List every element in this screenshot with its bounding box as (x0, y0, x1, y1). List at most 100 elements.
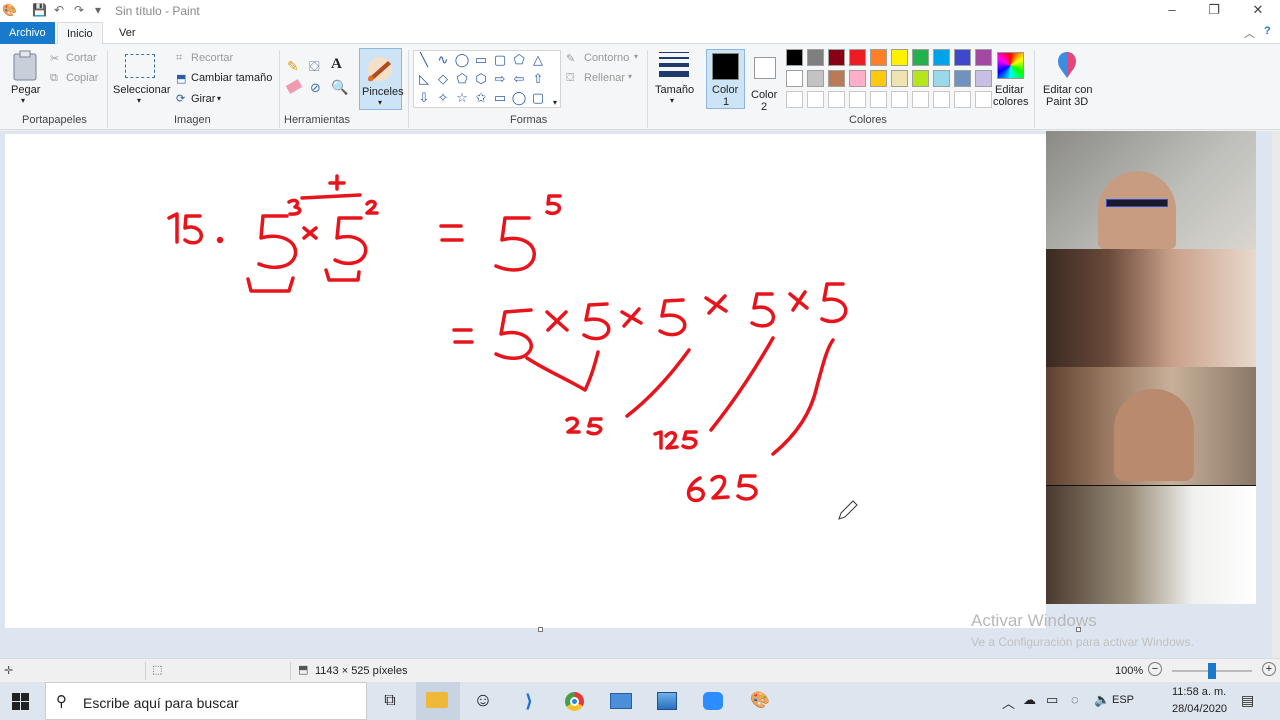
magnifier-icon[interactable]: 🔍 (331, 79, 348, 96)
oval-callout-shape-icon[interactable]: ◯ (511, 91, 527, 105)
rounded-rect-shape-icon[interactable]: ▢ (492, 53, 508, 67)
color-picker-icon[interactable]: ⊘ (310, 80, 321, 96)
resize-button[interactable]: Cambiar tamaño (191, 72, 272, 84)
size-icon[interactable] (659, 52, 689, 77)
palette-swatch[interactable] (891, 49, 908, 66)
wifi-icon[interactable]: ◌ (1071, 692, 1079, 707)
search-box[interactable]: ⚲ Escribe aquí para buscar (45, 682, 367, 720)
tab-archivo[interactable]: Archivo (0, 22, 55, 44)
tab-inicio[interactable]: Inicio (57, 22, 103, 45)
tab-ver[interactable]: Ver (110, 22, 145, 44)
palette-swatch-empty[interactable] (891, 91, 908, 108)
zoom-in-button[interactable]: + (1262, 662, 1276, 676)
rotate-dropdown-icon[interactable]: ▾ (217, 94, 221, 103)
up-arrow-shape-icon[interactable]: ⇧ (530, 72, 546, 86)
palette-swatch[interactable] (786, 70, 803, 87)
network-icon[interactable]: ▭ (1046, 692, 1058, 708)
zoom-out-button[interactable]: − (1148, 662, 1162, 676)
palette-swatch[interactable] (975, 49, 992, 66)
palette-swatch-empty[interactable] (912, 91, 929, 108)
four-point-star-shape-icon[interactable]: ✧ (435, 91, 451, 105)
rotate-button[interactable]: Girar (191, 93, 215, 105)
palette-swatch[interactable] (870, 70, 887, 87)
vertical-scrollbar[interactable] (1272, 131, 1280, 658)
volume-icon[interactable]: 🔈 (1094, 692, 1110, 708)
palette-swatch[interactable] (870, 49, 887, 66)
outline-dropdown-icon[interactable]: ▾ (634, 52, 638, 61)
shapes-more-icon[interactable]: ▾ (553, 98, 557, 107)
palette-swatch-empty[interactable] (849, 91, 866, 108)
right-triangle-shape-icon[interactable]: ◺ (416, 72, 432, 86)
curve-shape-icon[interactable]: ∿ (435, 53, 451, 67)
palette-swatch-empty[interactable] (954, 91, 971, 108)
help-icon[interactable]: ? (1264, 25, 1271, 37)
edit-colors-label[interactable]: Editar (995, 84, 1024, 96)
color1-button[interactable]: Color 1 (706, 49, 745, 109)
palette-swatch-empty[interactable] (786, 91, 803, 108)
zoom-app-icon[interactable] (703, 692, 723, 710)
palette-swatch[interactable] (828, 70, 845, 87)
chrome-icon[interactable] (565, 692, 584, 711)
palette-swatch[interactable] (933, 49, 950, 66)
fill-bucket-icon[interactable]: ⛋ (309, 58, 320, 75)
palette-swatch-empty[interactable] (828, 91, 845, 108)
redo-icon[interactable]: ↷ (72, 3, 86, 17)
feedback-smiley-icon[interactable]: ☺ (468, 686, 498, 716)
fill-dropdown-icon[interactable]: ▾ (628, 72, 632, 81)
paste-dropdown-icon[interactable]: ▾ (21, 96, 25, 105)
cloud-callout-shape-icon[interactable]: ▢ (530, 91, 546, 105)
palette-swatch[interactable] (975, 70, 992, 87)
resize-handle-bottom[interactable] (538, 627, 543, 632)
pentagon-shape-icon[interactable]: ⬠ (454, 72, 470, 86)
notifications-icon[interactable]: ▤ (1241, 692, 1254, 709)
left-arrow-shape-icon[interactable]: ⇦ (511, 72, 527, 86)
right-arrow-shape-icon[interactable]: ⇨ (492, 72, 508, 86)
clock-date[interactable]: 28/04/2020 (1172, 703, 1227, 715)
palette-swatch[interactable] (912, 70, 929, 87)
color2-button[interactable]: Color 2 (748, 49, 784, 113)
paint3d-label-2[interactable]: Paint 3D (1046, 96, 1088, 108)
eraser-icon[interactable] (285, 79, 303, 94)
drawing-canvas[interactable] (5, 134, 1046, 628)
onedrive-icon[interactable]: ☁ (1023, 692, 1036, 708)
task-view-icon[interactable]: ⧉ (375, 686, 405, 716)
select-icon[interactable] (125, 54, 155, 78)
vscode-icon[interactable]: ⟩ (514, 686, 544, 716)
diamond-shape-icon[interactable]: ◇ (435, 72, 451, 86)
size-button[interactable]: Tamaño (655, 84, 694, 96)
down-arrow-shape-icon[interactable]: ⇩ (416, 91, 432, 105)
palette-swatch[interactable] (828, 49, 845, 66)
palette-swatch[interactable] (933, 70, 950, 87)
edit-colors-label-2[interactable]: colores (993, 96, 1028, 108)
outline-button[interactable]: Contorno (584, 52, 629, 64)
shapes-gallery[interactable]: ╲ ∿ ◯ ▭ ▢ ⬠ △ ◺ ◇ ⬠ ⬡ ⇨ ⇦ ⇧ ⇩ ✧ ☆ ✩ ▭ ◯ ▢ (413, 50, 561, 108)
photos-icon[interactable] (657, 692, 677, 710)
customize-quick-access-icon[interactable]: ▾ (91, 3, 105, 17)
crop-button[interactable]: Recortar (191, 52, 233, 64)
monitor-app-icon[interactable] (610, 693, 632, 709)
five-point-star-shape-icon[interactable]: ☆ (454, 91, 470, 105)
palette-swatch[interactable] (807, 49, 824, 66)
line-shape-icon[interactable]: ╲ (416, 53, 432, 67)
text-tool-icon[interactable]: A (331, 56, 342, 73)
restore-button[interactable]: ❐ (1192, 0, 1236, 22)
copy-button[interactable]: Copiar (66, 72, 98, 84)
language-indicator[interactable]: ESP (1112, 694, 1134, 706)
brushes-button[interactable]: Pinceles ▾ (359, 48, 404, 110)
triangle-shape-icon[interactable]: △ (530, 53, 546, 67)
palette-swatch-empty[interactable] (807, 91, 824, 108)
pencil-icon[interactable]: ✎ (287, 58, 299, 75)
zoom-slider-thumb[interactable] (1208, 663, 1216, 679)
collapse-ribbon-icon[interactable]: ︿ (1244, 25, 1255, 41)
hexagon-shape-icon[interactable]: ⬡ (473, 72, 489, 86)
palette-swatch[interactable] (891, 70, 908, 87)
palette-swatch-empty[interactable] (933, 91, 950, 108)
fill-button[interactable]: Rellenar (584, 72, 625, 84)
palette-swatch[interactable] (807, 70, 824, 87)
palette-swatch[interactable] (954, 70, 971, 87)
windows-start-icon[interactable] (12, 693, 29, 710)
palette-swatch[interactable] (912, 49, 929, 66)
rectangle-shape-icon[interactable]: ▭ (473, 53, 489, 67)
palette-swatch[interactable] (954, 49, 971, 66)
select-dropdown-icon[interactable]: ▾ (137, 96, 141, 105)
